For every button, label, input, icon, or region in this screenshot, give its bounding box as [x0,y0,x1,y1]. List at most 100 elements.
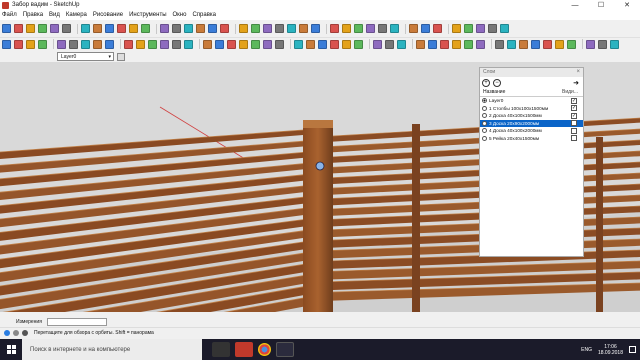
pushpull-icon[interactable] [124,39,133,49]
taskbar-search-input[interactable]: Поиск в интернете и на компьютере [22,339,202,360]
layer-row[interactable]: 5 Рейка 20х40х1500мм [480,135,583,143]
geo-location-icon[interactable] [4,329,10,336]
3dtext-icon[interactable] [263,39,272,49]
chrome-icon[interactable] [258,343,271,356]
axes-icon[interactable] [251,39,260,49]
rotate-icon[interactable] [129,24,138,33]
lookaround-icon[interactable] [390,24,399,33]
active-layer-radio[interactable] [482,113,487,119]
layer-row[interactable]: 1 Столбы 100х100х1500мм ✓ [480,105,583,113]
menu-edit[interactable]: Правка [23,12,43,18]
previous-icon[interactable] [354,39,363,49]
monochrome-icon[interactable] [476,39,485,49]
sketchup-taskbar-icon[interactable] [235,342,253,357]
layer-dropdown[interactable]: Layer0 ▾ [57,52,114,61]
move-icon[interactable] [136,39,145,49]
menu-camera[interactable]: Камера [66,12,87,18]
active-layer-radio[interactable] [482,98,487,104]
warehouse-icon[interactable] [421,24,430,33]
extension-icon[interactable] [433,24,442,33]
pencil-icon[interactable] [50,24,59,33]
dimension-icon[interactable] [172,24,181,33]
tape-icon[interactable] [160,24,169,33]
followme-icon[interactable] [93,24,102,33]
top-view-icon[interactable] [330,24,339,33]
paint-icon[interactable] [14,39,23,49]
shaded-icon[interactable] [452,39,461,49]
text-icon[interactable] [239,39,248,49]
layer-manager-icon[interactable] [117,52,125,61]
pan-icon[interactable] [251,24,260,33]
start-button[interactable] [0,339,22,360]
camera-icon[interactable] [373,39,382,49]
layers-icon[interactable] [464,24,473,33]
task-view-icon[interactable] [212,342,230,357]
circle-icon[interactable] [81,39,90,49]
zoomextents-icon[interactable] [342,39,351,49]
notification-icon[interactable] [629,346,636,353]
zoomwindow-icon[interactable] [330,39,339,49]
layer-visible-checkbox[interactable]: ✓ [571,97,577,104]
active-layer-radio[interactable] [482,128,487,134]
layer-visible-checkbox[interactable]: ✓ [571,112,577,119]
menu-window[interactable]: Окно [173,12,187,18]
walk-icon[interactable] [378,24,387,33]
shadow-icon[interactable] [488,24,497,33]
model-viewport[interactable]: Слои × + − ➜ Название Види... Layer0 ✓ 1 С… [0,62,640,312]
close-button[interactable]: ✕ [614,0,640,10]
walk-icon[interactable] [385,39,394,49]
back-icon[interactable] [543,39,552,49]
pan-icon[interactable] [306,39,315,49]
offset-icon[interactable] [172,39,181,49]
menu-draw[interactable]: Рисование [93,12,123,18]
fog-icon[interactable] [500,24,509,33]
minimize-button[interactable]: — [562,0,588,10]
arc-icon[interactable] [62,24,71,33]
left-icon[interactable] [555,39,564,49]
layer-visible-checkbox[interactable] [571,127,577,134]
axes-icon[interactable] [208,24,217,33]
text-icon[interactable] [196,24,205,33]
orbit-icon[interactable] [294,39,303,49]
wireframe-icon[interactable] [428,39,437,49]
hiddenline-icon[interactable] [440,39,449,49]
protractor-icon[interactable] [227,39,236,49]
polygon-icon[interactable] [93,39,102,49]
active-layer-radio[interactable] [482,105,487,111]
dimension-icon[interactable] [215,39,224,49]
active-layer-radio[interactable] [482,135,487,141]
credits-icon[interactable] [13,329,19,336]
details-arrow-icon[interactable]: ➜ [573,79,579,87]
pencil-icon[interactable] [38,39,47,49]
scale-icon[interactable] [160,39,169,49]
arc-icon[interactable] [69,39,78,49]
iso-icon[interactable] [495,39,504,49]
bottom-icon[interactable] [567,39,576,49]
layer-visible-checkbox[interactable]: ✓ [571,120,577,127]
line-icon[interactable] [57,39,66,49]
sandbox-icon[interactable] [409,24,418,33]
zoom-icon[interactable] [263,24,272,33]
lookaround-icon[interactable] [397,39,406,49]
column-name-header[interactable]: Название [480,89,562,96]
iso-view-icon[interactable] [342,24,351,33]
offset-icon[interactable] [105,24,114,33]
position-camera-icon[interactable] [366,24,375,33]
layer-visible-checkbox[interactable] [571,135,577,142]
menu-help[interactable]: Справка [192,12,216,18]
freehand-icon[interactable] [105,39,114,49]
layer-row[interactable]: 4 Доска 40х100х2000мм [480,127,583,135]
scale-icon[interactable] [141,24,150,33]
next-icon[interactable] [311,24,320,33]
front-icon[interactable] [519,39,528,49]
clock[interactable]: 17:06 18.09.2018 [598,344,623,356]
language-indicator[interactable]: ENG [581,347,592,353]
textured-icon[interactable] [464,39,473,49]
orbit-icon[interactable] [239,24,248,33]
rectangle-icon[interactable] [38,24,47,33]
maximize-button[interactable]: ☐ [588,0,614,10]
zoom-icon[interactable] [318,39,327,49]
top-icon[interactable] [507,39,516,49]
front-view-icon[interactable] [354,24,363,33]
eraser-icon[interactable] [26,39,35,49]
